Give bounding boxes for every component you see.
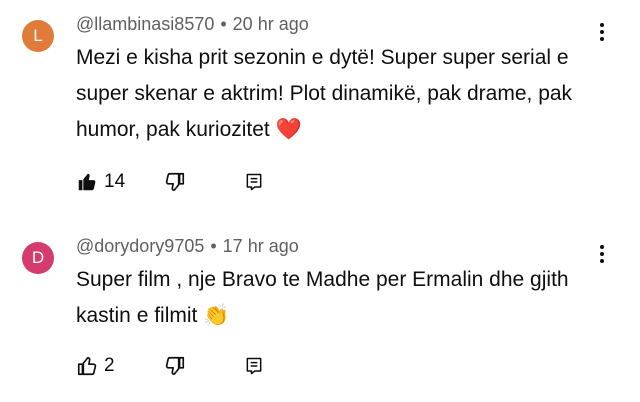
reply-comment-icon <box>244 172 264 192</box>
like-button[interactable]: 14 <box>76 168 125 196</box>
comment-text: Super film , nje Bravo te Madhe per Erma… <box>76 268 569 327</box>
avatar[interactable]: D <box>22 242 54 274</box>
meta-separator: • <box>220 14 227 34</box>
dislike-button[interactable] <box>164 168 186 196</box>
comment-meta: @dorydory9705 • 17 hr ago <box>76 236 299 257</box>
reply-comment-icon <box>244 356 264 376</box>
reply-button[interactable] <box>244 352 264 380</box>
thumbs-up-filled-icon <box>76 171 98 193</box>
thumbs-up-icon <box>76 355 98 377</box>
thumbs-down-icon <box>164 171 186 193</box>
avatar[interactable]: L <box>22 20 54 52</box>
like-count: 14 <box>104 171 126 192</box>
timestamp: 17 hr ago <box>222 236 299 256</box>
reply-button[interactable] <box>244 168 264 196</box>
meta-separator: • <box>210 236 217 256</box>
comment-text: Mezi e kisha prit sezonin e dytë! Super … <box>76 46 573 141</box>
more-options-icon[interactable] <box>594 20 610 50</box>
username[interactable]: @llambinasi8570 <box>76 14 214 34</box>
thumbs-down-icon <box>164 355 186 377</box>
dislike-button[interactable] <box>164 352 186 380</box>
comment-actions: 14 <box>76 168 276 198</box>
more-options-icon[interactable] <box>594 242 610 272</box>
timestamp: 20 hr ago <box>232 14 309 34</box>
like-button[interactable]: 2 <box>76 352 115 380</box>
like-count: 2 <box>104 355 115 376</box>
comment: D @dorydory9705 • 17 hr ago Super film , n… <box>0 222 640 402</box>
username[interactable]: @dorydory9705 <box>76 236 204 256</box>
comment-meta: @llambinasi8570 • 20 hr ago <box>76 14 309 35</box>
comment-actions: 2 <box>76 352 276 382</box>
comment: L @llambinasi8570 • 20 hr ago Mezi e kisha… <box>0 0 640 212</box>
